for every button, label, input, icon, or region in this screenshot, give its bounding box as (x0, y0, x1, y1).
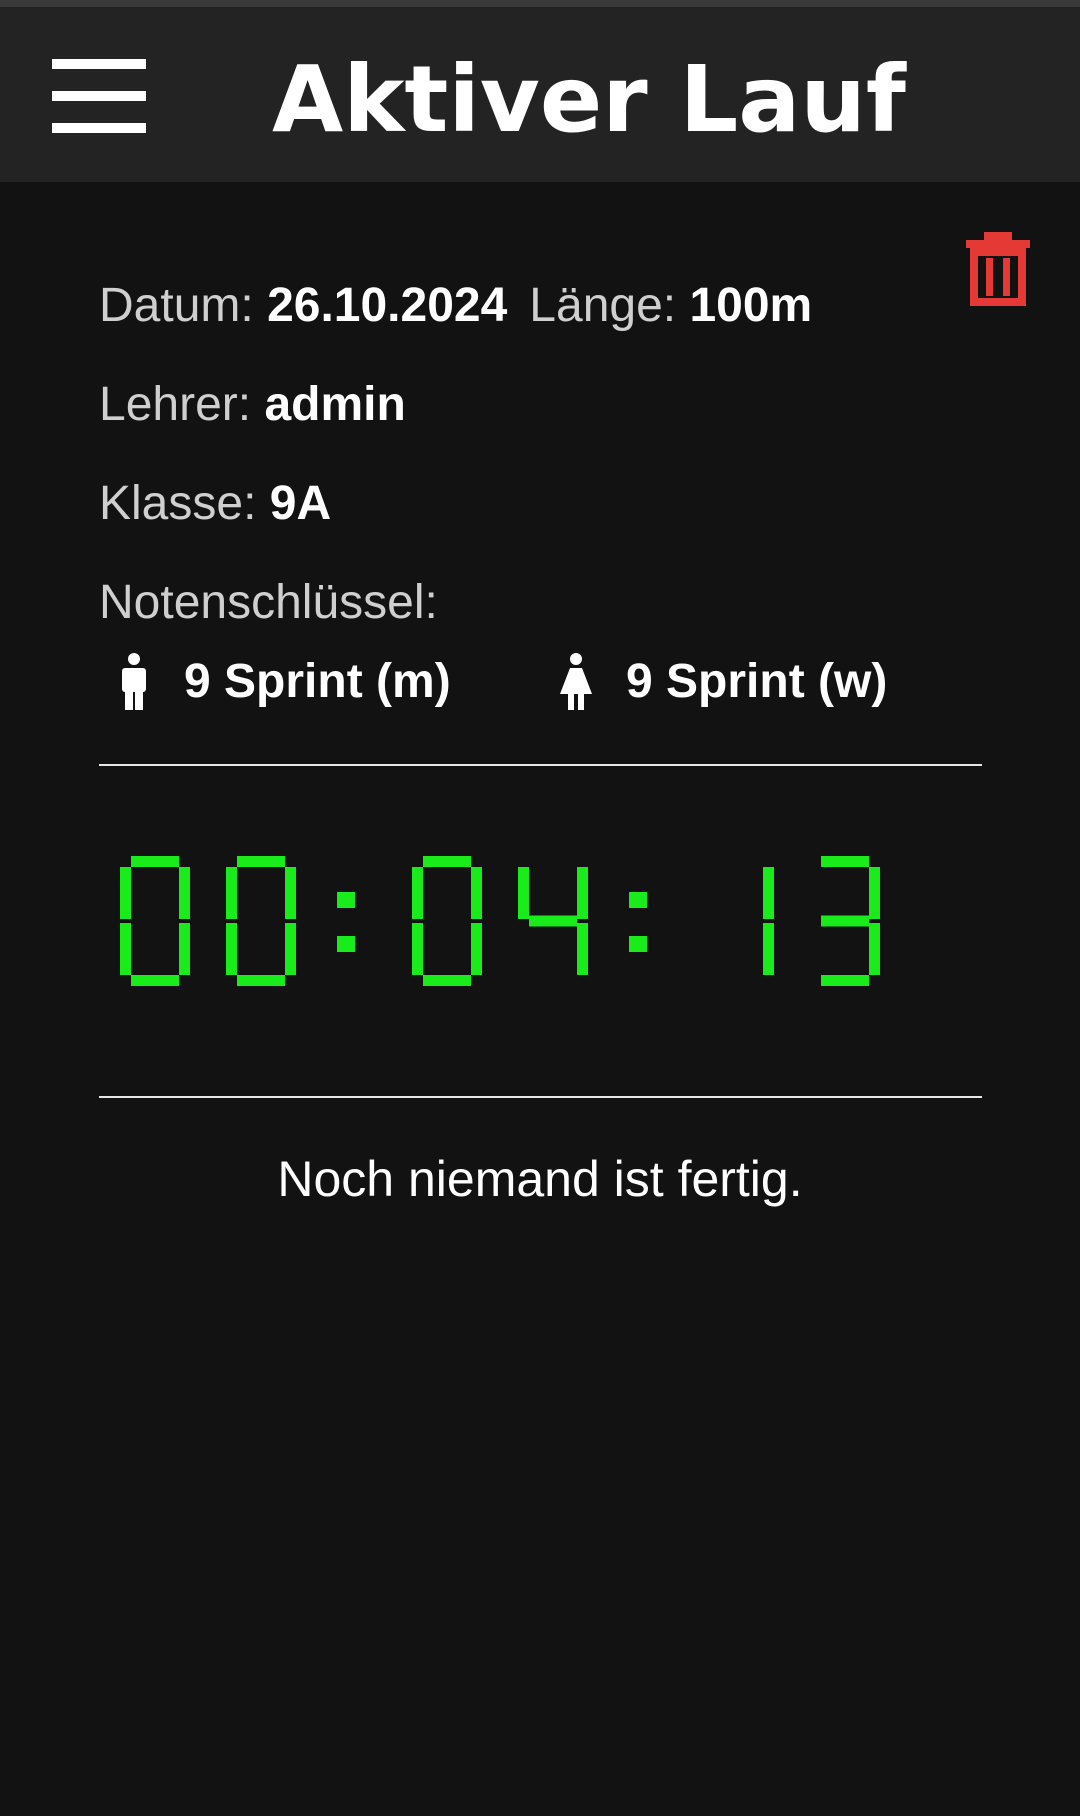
timer-segment (412, 867, 423, 919)
timer-digit-2 (412, 856, 482, 986)
male-person-icon (122, 653, 146, 710)
timer-colon-dot (629, 892, 647, 908)
timer-segment (285, 867, 296, 919)
timer-segment (763, 867, 774, 919)
date-value: 26.10.2024 (267, 279, 508, 332)
menu-button[interactable] (36, 41, 146, 151)
timer-segment (518, 867, 529, 919)
timer-digit-4 (763, 867, 774, 975)
timer-segment (821, 915, 869, 927)
timer-segment (179, 923, 190, 975)
class-value: 9A (269, 477, 332, 530)
timer-segment (120, 923, 131, 975)
timer-segment (471, 867, 482, 919)
app-bar: Aktiver Lauf (0, 7, 1080, 182)
timer-segment (131, 975, 179, 986)
teacher-row: Lehrer: admin (99, 375, 406, 435)
timer-segment (577, 867, 588, 919)
timer-digit-1 (226, 856, 296, 986)
run-timer (120, 856, 980, 1006)
timer-segment (226, 867, 237, 919)
grade-key-label: Notenschlüssel: (99, 576, 438, 629)
timer-segment (179, 867, 190, 919)
timer-segment (237, 856, 285, 867)
timer-segment (763, 923, 774, 975)
timer-segment (120, 867, 131, 919)
divider (99, 764, 982, 766)
teacher-value: admin (264, 378, 406, 431)
timer-display (120, 856, 880, 986)
date-label: Datum: (99, 279, 254, 332)
length-label: Länge: (529, 279, 677, 332)
timer-segment (285, 923, 296, 975)
teacher-label: Lehrer: (99, 378, 252, 431)
results-empty-message: Noch niemand ist fertig. (277, 1151, 803, 1207)
timer-colon-dot (629, 936, 647, 952)
timer-colon-dot (337, 936, 355, 952)
timer-digit-5 (821, 856, 880, 986)
timer-segment (412, 923, 423, 975)
timer-segment (131, 856, 179, 867)
class-label: Klasse: (99, 477, 257, 530)
timer-segment (821, 975, 869, 986)
grade-key-male-label: 9 Sprint (m) (184, 655, 451, 708)
grade-key-female-label: 9 Sprint (w) (626, 655, 888, 708)
female-person-icon (560, 653, 592, 710)
date-length-row: Datum: 26.10.2024 Länge: 100m (99, 276, 812, 336)
timer-segment (869, 867, 880, 919)
grade-key-row: Notenschlüssel: (99, 573, 438, 633)
trash-icon (966, 232, 1030, 306)
timer-digit-3 (518, 867, 588, 975)
divider (99, 1096, 982, 1098)
timer-segment (423, 975, 471, 986)
page-title: Aktiver Lauf (272, 46, 906, 153)
timer-segment (423, 856, 471, 867)
status-bar-strip (0, 0, 1080, 7)
timer-colon-dot (337, 892, 355, 908)
timer-digit-0 (120, 856, 190, 986)
timer-segment (471, 923, 482, 975)
timer-segment (869, 923, 880, 975)
timer-segment (821, 856, 869, 867)
timer-segment (237, 975, 285, 986)
class-row: Klasse: 9A (99, 474, 331, 534)
timer-segment (226, 923, 237, 975)
timer-segment (529, 915, 577, 927)
delete-run-button[interactable] (964, 228, 1048, 312)
length-value: 100m (689, 279, 813, 332)
hamburger-menu-icon (52, 59, 146, 133)
timer-segment (577, 923, 588, 975)
